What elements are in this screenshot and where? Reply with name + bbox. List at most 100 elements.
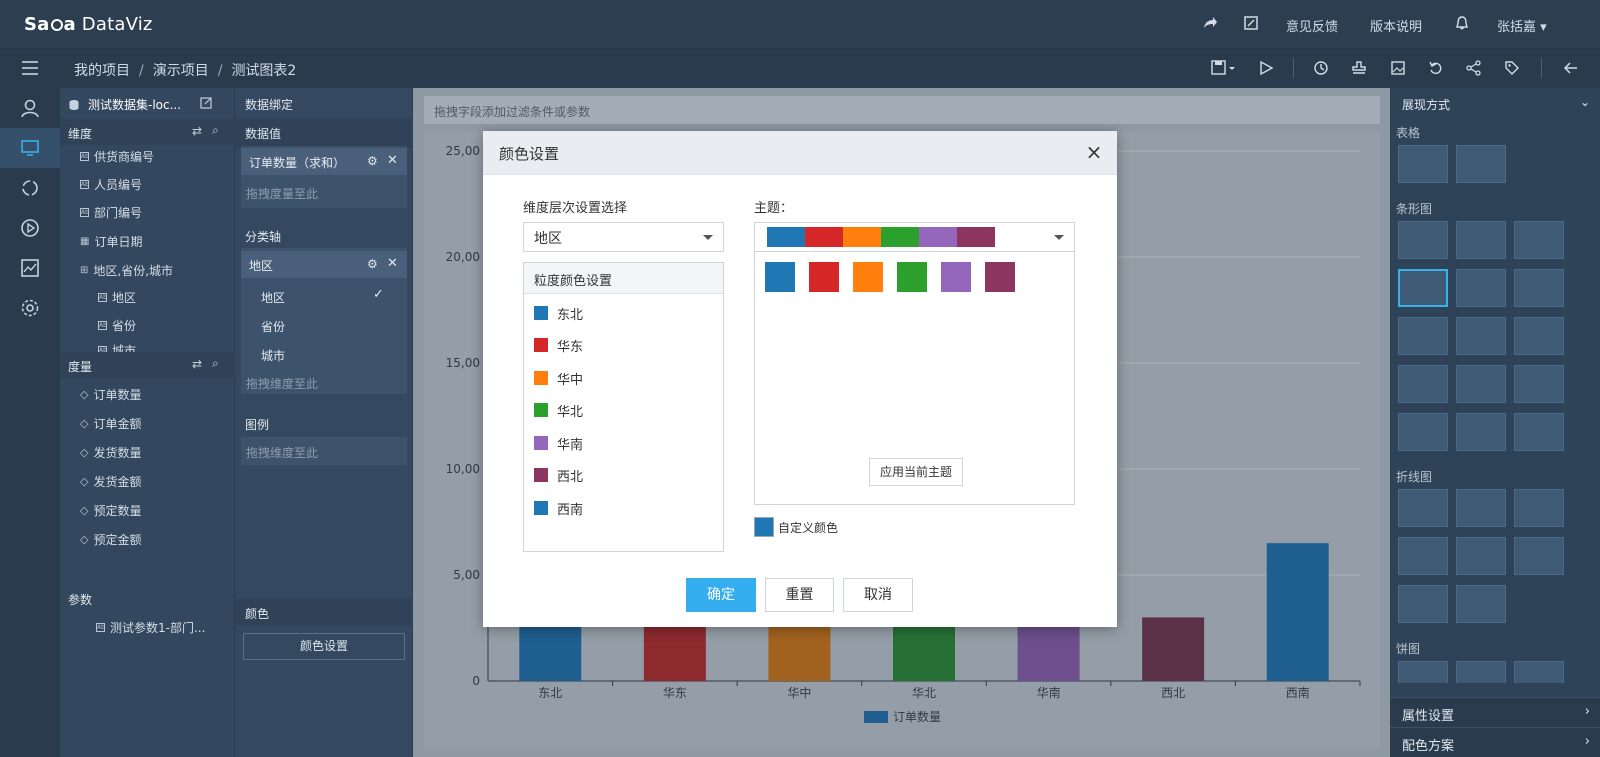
dimension-item[interactable]: Ab 地区 bbox=[98, 289, 136, 306]
line-chart-thumb[interactable] bbox=[1456, 489, 1506, 527]
measure-item[interactable]: ◇ 预定数量 bbox=[80, 502, 141, 519]
apply-theme-button[interactable]: 应用当前主题 bbox=[869, 458, 963, 486]
bar-chart-thumb[interactable] bbox=[1514, 365, 1564, 403]
app-logo[interactable]: Sa a DataViz bbox=[24, 14, 153, 35]
color-swatch[interactable] bbox=[534, 501, 548, 515]
back-arrow-icon[interactable] bbox=[1562, 59, 1580, 77]
search-icon[interactable]: ⌕ bbox=[212, 123, 219, 138]
pie-chart-thumb[interactable] bbox=[1398, 661, 1448, 683]
bar-chart-thumb[interactable] bbox=[1456, 413, 1506, 451]
area-chart-thumb[interactable] bbox=[1398, 537, 1448, 575]
color-swatch[interactable] bbox=[534, 436, 548, 450]
bar-chart-thumb[interactable] bbox=[1456, 365, 1506, 403]
granularity-row[interactable]: 华东 bbox=[534, 335, 583, 355]
theme-swatch[interactable] bbox=[853, 262, 883, 292]
line-chart-thumb[interactable] bbox=[1398, 585, 1448, 623]
reset-button[interactable]: 重置 bbox=[765, 578, 834, 612]
measure-item[interactable]: ◇ 订单金额 bbox=[80, 415, 141, 432]
custom-color-swatch[interactable] bbox=[754, 517, 774, 537]
dimension-item[interactable]: Ab 部门编号 bbox=[80, 204, 142, 221]
rail-chart-button[interactable] bbox=[0, 248, 60, 288]
pill-settings-icon[interactable]: ⚙ bbox=[367, 154, 378, 168]
axis-level-item[interactable]: 地区 bbox=[261, 289, 285, 306]
value-pill[interactable]: 订单数量（求和） bbox=[241, 148, 407, 175]
rail-user-button[interactable] bbox=[0, 88, 60, 128]
dimension-item[interactable]: ▦ 订单日期 bbox=[80, 233, 142, 250]
theme-swatch[interactable] bbox=[765, 262, 795, 292]
color-settings-button[interactable]: 颜色设置 bbox=[243, 633, 405, 660]
feedback-link[interactable]: 意见反馈 bbox=[1286, 16, 1338, 35]
bar-chart-thumb[interactable] bbox=[1514, 413, 1564, 451]
bar-chart-thumb[interactable] bbox=[1456, 269, 1506, 307]
line-chart-thumb[interactable] bbox=[1514, 489, 1564, 527]
line-chart-thumb[interactable] bbox=[1456, 585, 1506, 623]
release-notes-link[interactable]: 版本说明 bbox=[1370, 16, 1422, 35]
theme-swatch[interactable] bbox=[941, 262, 971, 292]
bar-chart-thumb[interactable] bbox=[1514, 317, 1564, 355]
granularity-row[interactable]: 华南 bbox=[534, 433, 583, 453]
color-swatch[interactable] bbox=[534, 371, 548, 385]
axis-level-item[interactable]: 城市 bbox=[261, 347, 285, 364]
swap-icon[interactable]: ⇄ bbox=[192, 357, 202, 371]
dimension-level-select[interactable]: 地区 bbox=[523, 222, 724, 252]
area-chart-thumb[interactable] bbox=[1514, 537, 1564, 575]
measure-item[interactable]: ◇ 预定金额 bbox=[80, 531, 141, 548]
filter-bar[interactable]: 拖拽字段添加过滤条件或参数 bbox=[424, 96, 1380, 124]
dataset-name[interactable]: 测试数据集-loc... bbox=[88, 96, 181, 113]
rail-settings-button[interactable] bbox=[0, 288, 60, 328]
image-icon[interactable] bbox=[1389, 59, 1407, 77]
color-swatch[interactable] bbox=[534, 338, 548, 352]
bar[interactable] bbox=[1266, 543, 1329, 681]
axis-pill[interactable]: 地区 bbox=[241, 251, 407, 278]
bar-chart-thumb[interactable] bbox=[1456, 317, 1506, 355]
history-icon[interactable] bbox=[1312, 59, 1330, 77]
confirm-button[interactable]: 确定 bbox=[686, 578, 756, 612]
theme-swatch[interactable] bbox=[985, 262, 1015, 292]
save-dropdown-icon[interactable] bbox=[1210, 59, 1236, 77]
color-swatch[interactable] bbox=[534, 306, 548, 320]
theme-swatch[interactable] bbox=[897, 262, 927, 292]
bar-chart-thumb[interactable] bbox=[1514, 221, 1564, 259]
area-chart-thumb[interactable] bbox=[1456, 537, 1506, 575]
bar-chart-thumb[interactable] bbox=[1514, 269, 1564, 307]
dimension-item[interactable]: Ab 人员编号 bbox=[80, 176, 142, 193]
bar-chart-thumb[interactable] bbox=[1398, 413, 1448, 451]
close-icon[interactable]: × bbox=[1083, 141, 1105, 163]
breadcrumb-demo-project[interactable]: 演示项目 bbox=[153, 63, 209, 79]
crosstab-chart-thumb[interactable] bbox=[1456, 145, 1506, 183]
color-swatch[interactable] bbox=[534, 403, 548, 417]
pie-chart-thumb[interactable] bbox=[1514, 661, 1564, 683]
edit-box-icon[interactable] bbox=[1242, 14, 1260, 32]
bar[interactable] bbox=[1142, 617, 1205, 681]
theme-swatch[interactable] bbox=[809, 262, 839, 292]
param-item[interactable]: Ab 测试参数1-部门... bbox=[96, 619, 205, 636]
stamp-icon[interactable] bbox=[1350, 59, 1368, 77]
dimension-item[interactable]: Ab 省份 bbox=[98, 317, 136, 334]
user-menu[interactable]: 张括嘉 ▾ bbox=[1497, 16, 1547, 35]
color-scheme-row[interactable]: 配色方案 › bbox=[1390, 727, 1600, 757]
pie-chart-thumb[interactable] bbox=[1456, 661, 1506, 683]
theme-select[interactable] bbox=[754, 222, 1075, 252]
line-chart-thumb[interactable] bbox=[1398, 489, 1448, 527]
pill-close-icon[interactable]: ✕ bbox=[387, 153, 398, 168]
hierarchy-item[interactable]: ⊞ 地区,省份,城市 bbox=[80, 262, 173, 279]
bar-chart-thumb[interactable] bbox=[1398, 317, 1448, 355]
pill-close-icon[interactable]: ✕ bbox=[387, 256, 398, 271]
measure-item[interactable]: ◇ 发货数量 bbox=[80, 444, 141, 461]
share-nodes-icon[interactable] bbox=[1465, 59, 1483, 77]
display-mode-header[interactable]: 展现方式 ⌄ bbox=[1390, 90, 1600, 119]
property-settings-row[interactable]: 属性设置 › bbox=[1390, 697, 1600, 727]
bar-chart-thumb-selected[interactable] bbox=[1398, 269, 1448, 307]
play-icon[interactable] bbox=[1257, 59, 1275, 77]
cancel-button[interactable]: 取消 bbox=[843, 578, 913, 612]
custom-color-row[interactable]: 自定义颜色 bbox=[754, 517, 838, 537]
pill-settings-icon[interactable]: ⚙ bbox=[367, 257, 378, 271]
granularity-row[interactable]: 东北 bbox=[534, 303, 583, 323]
granularity-row[interactable]: 华中 bbox=[534, 368, 583, 388]
color-swatch[interactable] bbox=[534, 468, 548, 482]
rail-cycle-button[interactable] bbox=[0, 168, 60, 208]
dimension-item[interactable]: Ab 供货商编号 bbox=[80, 148, 154, 165]
axis-level-item[interactable]: 省份 bbox=[261, 318, 285, 335]
share-arrow-icon[interactable] bbox=[1201, 14, 1219, 32]
swap-icon[interactable]: ⇄ bbox=[192, 124, 202, 138]
